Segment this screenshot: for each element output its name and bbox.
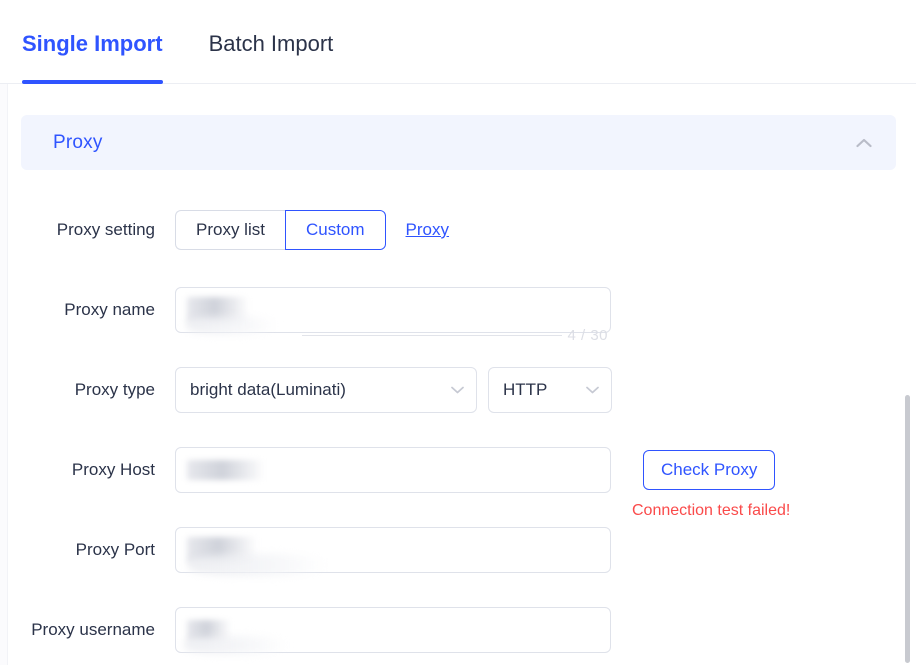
proxy-username-input[interactable] xyxy=(175,607,611,653)
redacted-value xyxy=(187,460,265,480)
field-proxy-setting: Proxy list Custom Proxy xyxy=(175,210,449,250)
tab-single-import[interactable]: Single Import xyxy=(22,0,163,84)
row-proxy-setting: Proxy setting Proxy list Custom Proxy xyxy=(0,190,900,270)
proxy-protocol-value: HTTP xyxy=(503,380,547,400)
redacted-value xyxy=(187,620,231,642)
tab-single-import-label: Single Import xyxy=(22,31,163,57)
segment-proxy-list-label: Proxy list xyxy=(196,220,265,240)
segment-custom-label: Custom xyxy=(306,220,365,240)
label-proxy-host: Proxy Host xyxy=(0,459,155,482)
tab-list: Single Import Batch Import xyxy=(22,0,333,84)
chevron-up-icon[interactable] xyxy=(854,133,874,153)
proxy-setting-segmented-control: Proxy list Custom xyxy=(175,210,386,250)
row-proxy-host: Proxy Host Check Proxy Connection test f… xyxy=(0,430,900,510)
counter-rule xyxy=(302,335,562,336)
row-proxy-username: Proxy username xyxy=(0,590,900,665)
check-proxy-button[interactable]: Check Proxy xyxy=(643,450,775,490)
proxy-name-counter: 4 / 30 xyxy=(567,327,608,344)
row-proxy-port: Proxy Port xyxy=(0,510,900,590)
field-proxy-port xyxy=(175,527,611,573)
proxy-help-link[interactable]: Proxy xyxy=(406,220,449,240)
segment-custom[interactable]: Custom xyxy=(285,210,386,250)
tab-batch-import[interactable]: Batch Import xyxy=(209,0,334,84)
field-proxy-username xyxy=(175,607,611,653)
field-proxy-host: Check Proxy xyxy=(175,447,775,493)
tab-bar: Single Import Batch Import xyxy=(0,0,916,84)
proxy-port-input[interactable] xyxy=(175,527,611,573)
field-proxy-name: 4 / 30 xyxy=(175,287,611,333)
label-proxy-port: Proxy Port xyxy=(0,539,155,562)
proxy-section-title: Proxy xyxy=(53,132,103,154)
chevron-down-icon xyxy=(585,383,599,397)
chevron-down-icon xyxy=(450,383,464,397)
import-proxy-page: Single Import Batch Import Proxy Proxy s… xyxy=(0,0,916,665)
label-proxy-setting: Proxy setting xyxy=(0,219,155,242)
label-proxy-type: Proxy type xyxy=(0,379,155,402)
proxy-provider-value: bright data(Luminati) xyxy=(190,380,346,400)
redacted-value xyxy=(187,297,249,323)
redacted-value xyxy=(187,537,257,563)
check-proxy-button-label: Check Proxy xyxy=(661,460,757,480)
label-proxy-name: Proxy name xyxy=(0,299,155,322)
row-proxy-name: Proxy name 4 / 30 xyxy=(0,270,900,350)
proxy-protocol-select[interactable]: HTTP xyxy=(488,367,612,413)
proxy-provider-select[interactable]: bright data(Luminati) xyxy=(175,367,477,413)
field-proxy-type: bright data(Luminati) HTTP xyxy=(175,367,612,413)
scrollbar-track[interactable] xyxy=(907,190,914,665)
scrollbar-thumb[interactable] xyxy=(905,395,910,663)
proxy-section-header[interactable]: Proxy xyxy=(21,115,896,170)
tab-batch-import-label: Batch Import xyxy=(209,31,334,57)
label-proxy-username: Proxy username xyxy=(0,619,155,642)
proxy-name-input[interactable]: 4 / 30 xyxy=(175,287,611,333)
segment-proxy-list[interactable]: Proxy list xyxy=(175,210,285,250)
proxy-form: Proxy setting Proxy list Custom Proxy Pr… xyxy=(0,190,900,665)
proxy-host-input[interactable] xyxy=(175,447,611,493)
row-proxy-type: Proxy type bright data(Luminati) HTTP xyxy=(0,350,900,430)
